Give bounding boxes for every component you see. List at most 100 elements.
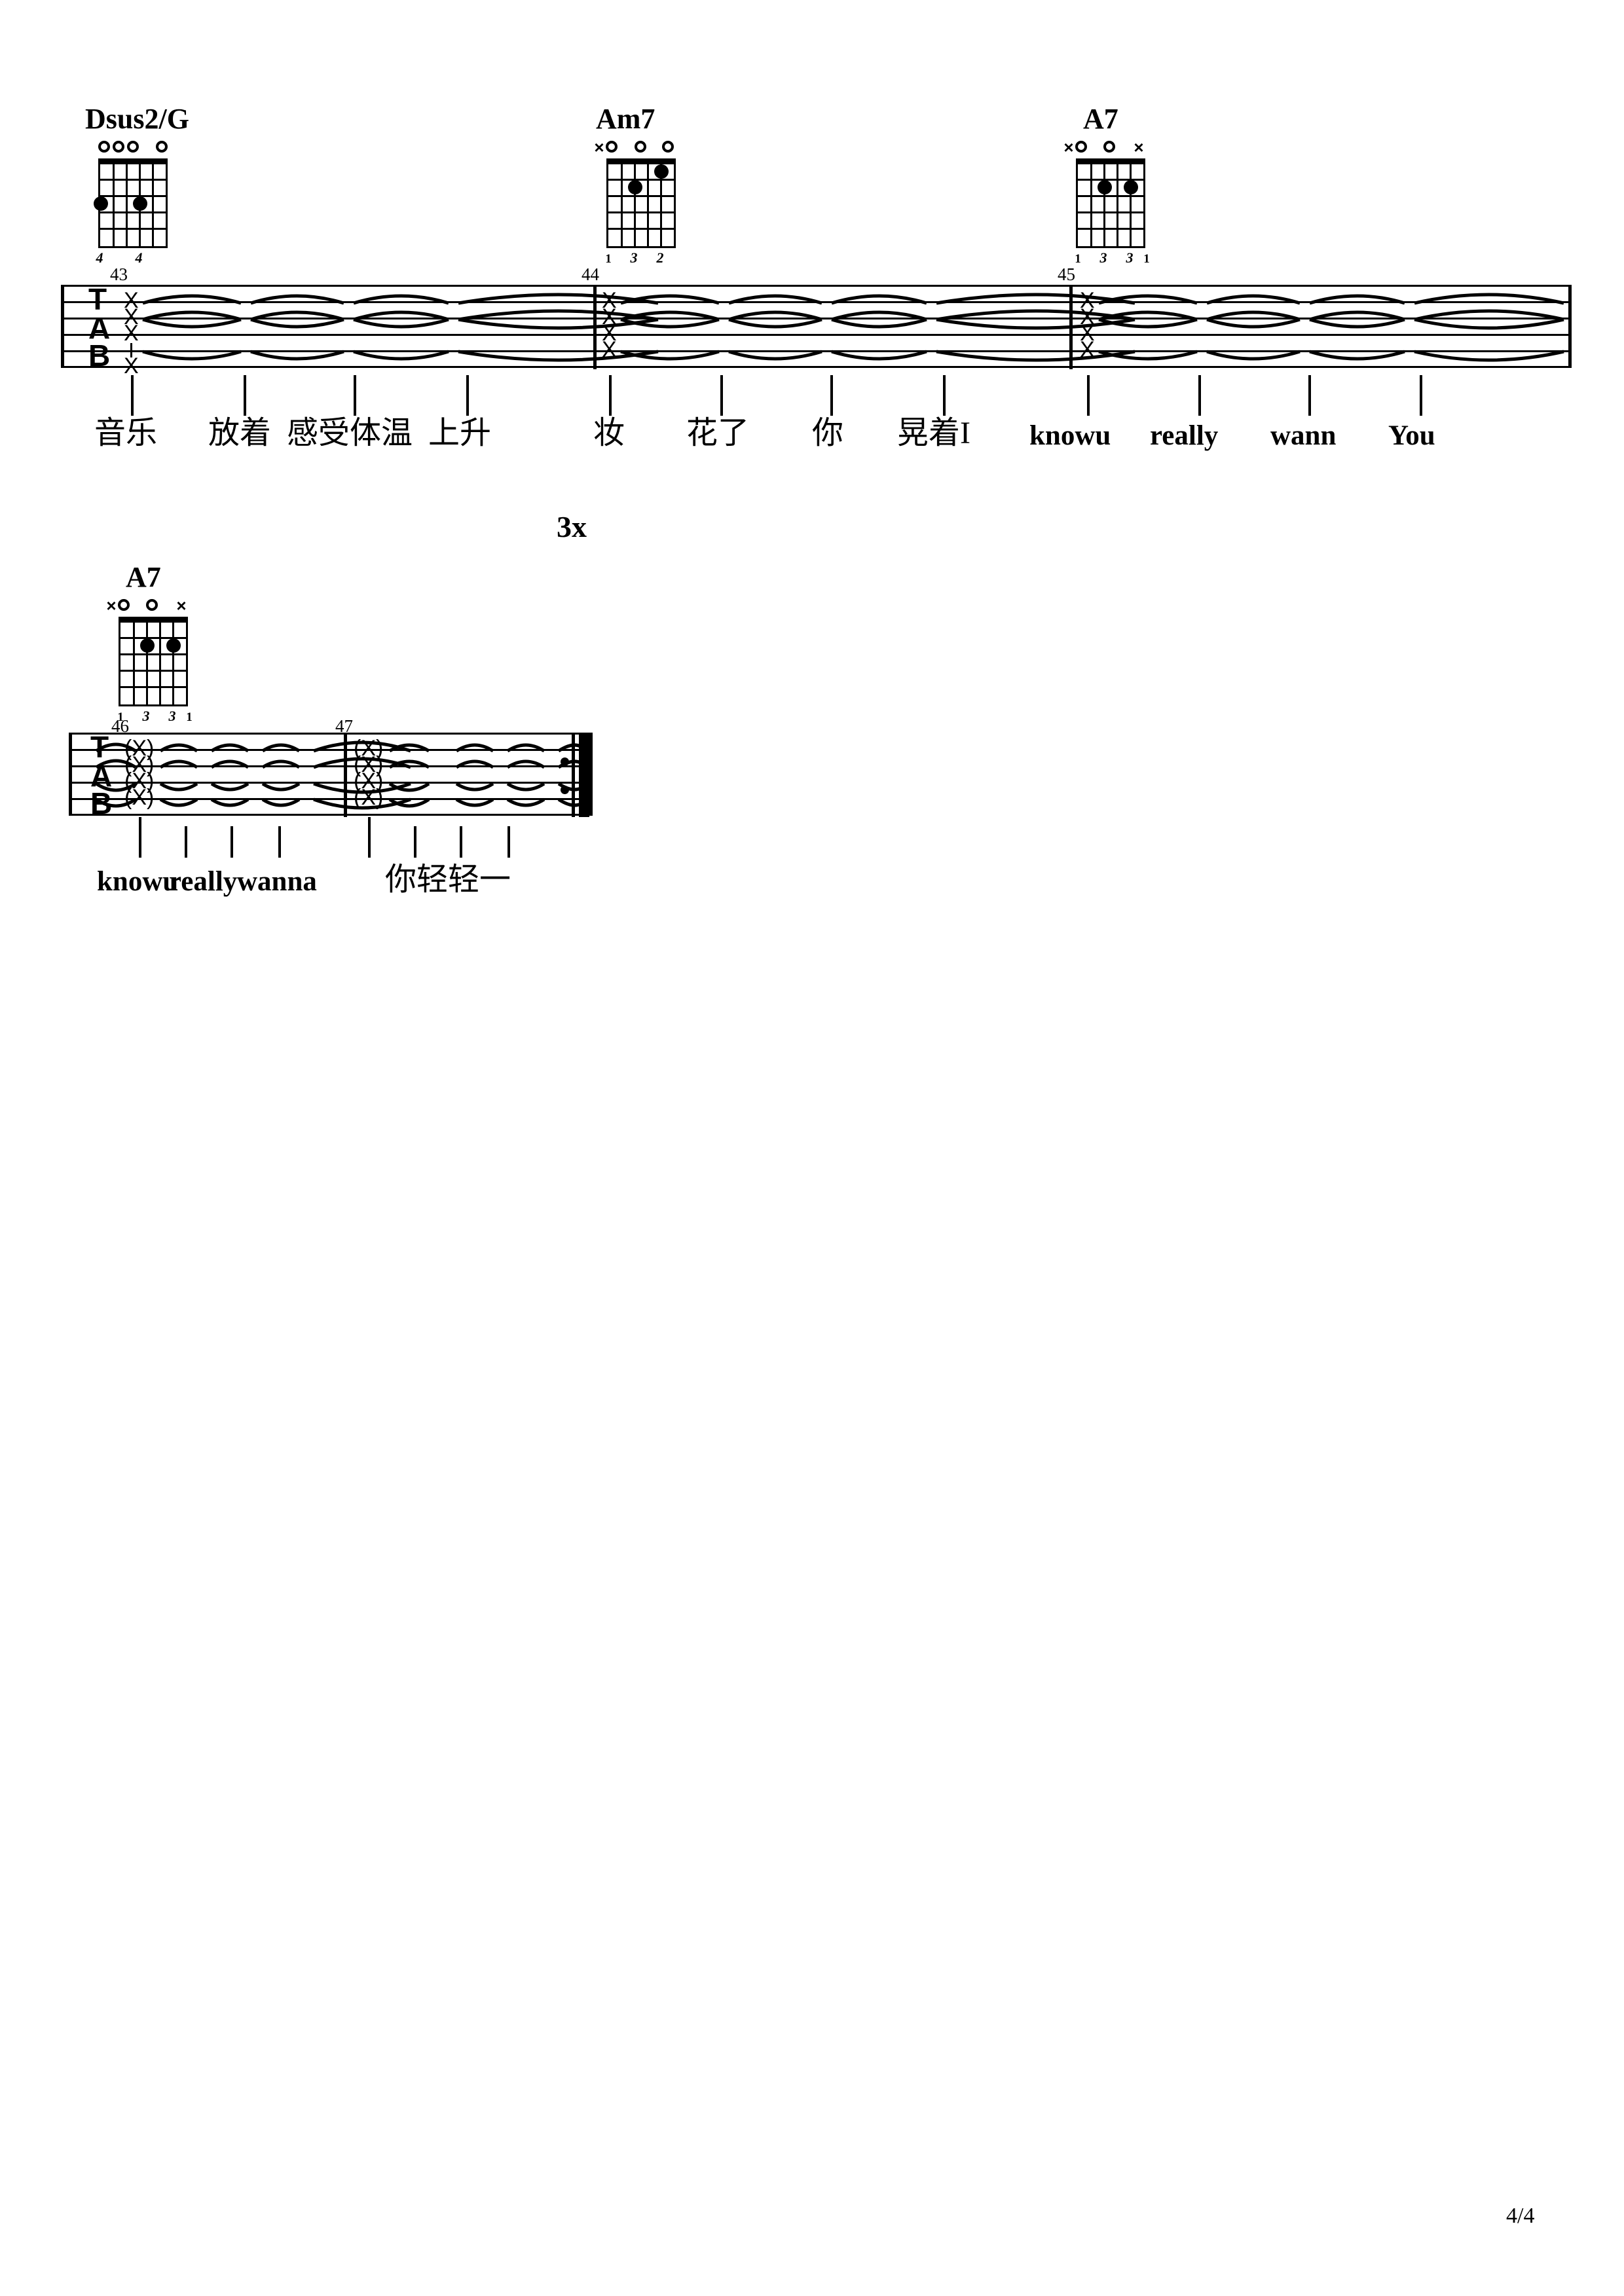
lyric-syllable: 放着 <box>208 416 272 450</box>
lyric-syllable: wann <box>1270 420 1337 451</box>
beat-stem <box>185 826 187 858</box>
lyric-syllable: 晃着I <box>897 416 970 450</box>
beat-stem <box>466 375 469 416</box>
beat-stem <box>943 375 946 416</box>
beat-stem <box>507 826 510 858</box>
open-string-icon <box>1075 141 1087 153</box>
mute-string-icon: × <box>1134 137 1144 157</box>
beat-stem <box>368 817 371 858</box>
lyric-syllable: really <box>169 866 238 897</box>
finger-number: 1 <box>605 252 612 266</box>
beat-stem <box>244 375 246 416</box>
finger-number: 1 <box>1143 252 1150 266</box>
beat-stem <box>720 375 723 416</box>
measure-number: 45 <box>1058 264 1075 284</box>
chord-marker-row: × × <box>1056 139 1180 158</box>
finger-number: 3 <box>630 249 638 266</box>
repeat-dot <box>561 757 569 766</box>
lyric-syllable: knowu <box>1029 420 1111 451</box>
fretboard-grid <box>94 158 168 248</box>
lyric-syllable: 你 <box>812 416 844 450</box>
repeat-dot <box>561 786 569 794</box>
beat-stem <box>139 817 141 858</box>
beat-stem <box>460 826 462 858</box>
chord-name-label: Dsus2/G <box>85 103 189 135</box>
lyric-syllable: You <box>1388 420 1435 451</box>
beat-stem <box>1420 375 1422 416</box>
finger-dot <box>166 638 181 653</box>
repeat-thin-barline <box>572 733 575 817</box>
lyric-syllable: 上升 <box>428 416 492 450</box>
lyric-syllable: knowu <box>97 866 179 897</box>
finger-dot <box>1098 180 1112 194</box>
beat-stem <box>354 375 356 416</box>
open-string-icon <box>127 141 139 153</box>
chord-marker-row: × × <box>98 597 223 617</box>
mute-string-icon: × <box>176 596 187 615</box>
finger-dot <box>140 638 155 653</box>
chord-marker-row: × <box>581 139 706 158</box>
beat-stem <box>609 375 612 416</box>
open-string-icon <box>1103 141 1115 153</box>
finger-number: 3 <box>142 708 150 724</box>
chord-diagram-dsus2-g: Dsus2/G 4 4 <box>84 105 208 270</box>
open-string-icon <box>662 141 674 153</box>
lyric-syllable: 你轻轻一 <box>385 862 511 897</box>
measure-number: 43 <box>110 264 128 284</box>
sheet-music-page: Dsus2/G 4 4 Am7 × 1 3 2 A7 × × 1 3 3 1 4… <box>0 0 1624 2296</box>
beat-stem <box>830 375 833 416</box>
repeat-count-label: 3x <box>557 510 587 543</box>
tie-arcs <box>142 293 1564 362</box>
chord-name-label: Am7 <box>596 103 655 135</box>
beat-stem <box>231 826 233 858</box>
open-string-icon <box>635 141 646 153</box>
open-string-icon <box>606 141 618 153</box>
lyric-syllable: 音乐 <box>94 416 158 450</box>
mute-string-icon: × <box>1063 137 1074 157</box>
finger-number: 2 <box>656 249 664 266</box>
finger-dot <box>654 164 669 179</box>
lyric-syllable: wanna <box>237 866 317 897</box>
finger-number: 4 <box>96 249 103 266</box>
finger-dot <box>94 196 108 211</box>
chord-diagram-a7-1: A7 × × 1 3 3 1 <box>1056 105 1180 270</box>
open-string-icon <box>113 141 124 153</box>
open-string-icon <box>118 599 130 611</box>
fretboard-grid <box>119 617 188 706</box>
lyric-syllable: 感受体温 <box>287 416 413 450</box>
tie-arcs <box>95 740 587 810</box>
beat-stem <box>278 826 281 858</box>
page-number: 4/4 <box>1506 2204 1535 2228</box>
beat-stem <box>131 375 134 416</box>
chord-marker-row <box>84 139 208 158</box>
finger-number: 1 <box>186 710 193 724</box>
beat-stem <box>1198 375 1201 416</box>
finger-number-row: 4 4 <box>84 251 208 270</box>
measure-number: 44 <box>581 264 599 284</box>
beat-stem <box>1308 375 1311 416</box>
finger-number-row: 1 3 2 <box>581 251 706 270</box>
mute-string-icon: × <box>594 137 604 157</box>
beat-stem <box>1087 375 1090 416</box>
chord-diagram-am7: Am7 × 1 3 2 <box>581 105 706 270</box>
open-string-icon <box>146 599 158 611</box>
lyric-syllable: 花了 <box>686 416 750 450</box>
open-string-icon <box>156 141 168 153</box>
chord-diagram-a7-2: A7 × × 1 3 3 1 <box>98 563 223 729</box>
finger-number: 4 <box>135 249 143 266</box>
chord-name-label: A7 <box>1083 103 1118 135</box>
finger-dot <box>628 180 642 194</box>
fretboard-grid <box>606 158 676 248</box>
lyric-syllable: 妆 <box>593 416 625 450</box>
lyric-syllable: really <box>1150 420 1219 451</box>
repeat-thick-barline <box>579 733 589 817</box>
finger-number: 3 <box>1126 249 1134 266</box>
open-string-icon <box>98 141 110 153</box>
finger-dot <box>1124 180 1138 194</box>
finger-dot <box>133 196 147 211</box>
fretboard-grid <box>1076 158 1145 248</box>
chord-name-label: A7 <box>126 561 161 593</box>
mute-string-icon: × <box>106 596 117 615</box>
finger-number: 3 <box>1099 249 1107 266</box>
finger-number: 3 <box>168 708 176 724</box>
